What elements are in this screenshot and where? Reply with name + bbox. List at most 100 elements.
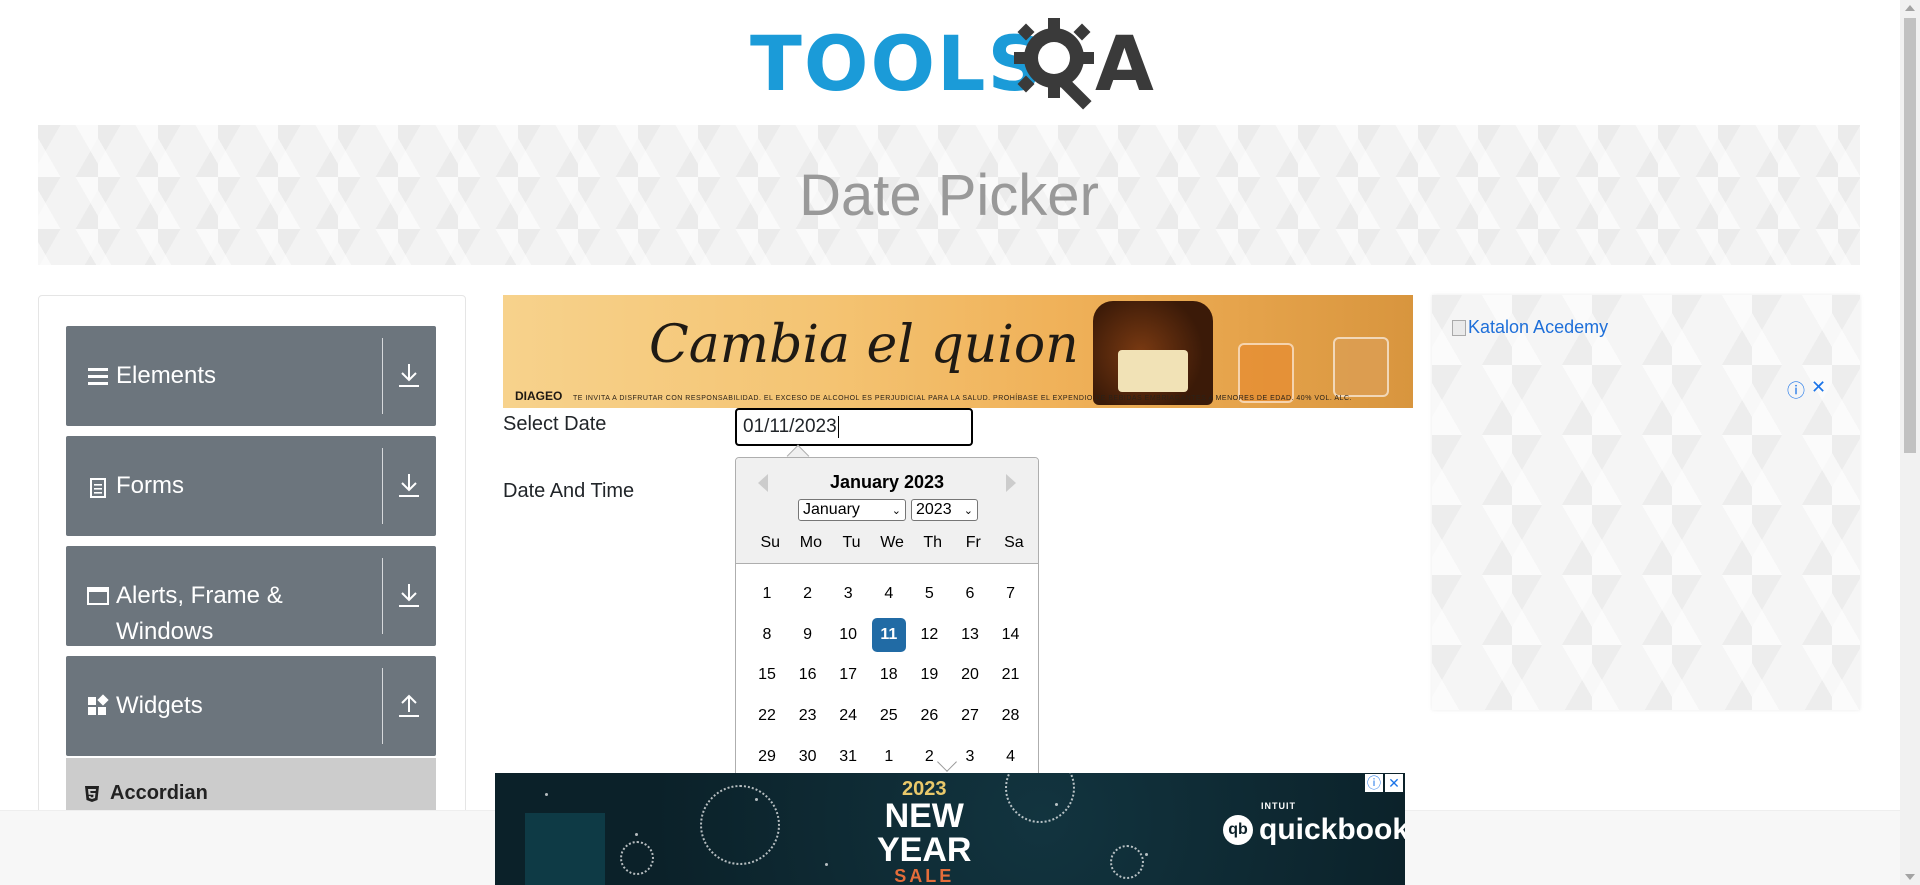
day-cell[interactable]: 27 (953, 699, 987, 733)
sale-line3: SALE (894, 866, 955, 885)
day-cell[interactable]: 29 (750, 740, 784, 774)
next-month-button[interactable] (1006, 474, 1016, 492)
weekday-name: Fr (965, 534, 981, 551)
day-cell[interactable]: 9 (791, 618, 825, 652)
day-cell[interactable]: 25 (872, 699, 906, 733)
day-cell[interactable]: 30 (791, 740, 825, 774)
day-cell[interactable]: 13 (953, 618, 987, 652)
day-cell[interactable]: 15 (750, 658, 784, 692)
week-row: 15 16 17 18 19 20 21 (750, 658, 1034, 699)
day-cell-selected[interactable]: 11 (871, 617, 906, 652)
day-cell[interactable]: 18 (872, 658, 906, 692)
sidebar-group-label: Alerts, Frame & Windows (116, 582, 283, 645)
day-cell[interactable]: 12 (912, 618, 946, 652)
month-select[interactable]: January ⌄ (798, 499, 906, 521)
weekday-name: Su (760, 534, 781, 551)
broken-image[interactable]: Katalon Acedemy (1452, 317, 1608, 338)
day-cell[interactable]: 2 (791, 577, 825, 611)
broken-image-icon (1452, 319, 1466, 336)
html5-icon (85, 785, 99, 802)
page: TOOLS A Date Picker Elements Forms Alert… (0, 0, 1920, 885)
scroll-up-arrow-icon[interactable] (1905, 5, 1915, 11)
gear-search-icon (1014, 18, 1094, 110)
divider (382, 558, 383, 634)
day-cell[interactable]: 14 (994, 618, 1028, 652)
download-icon[interactable] (396, 362, 422, 390)
quickbooks-logo: qb INTUIT quickbooks (1223, 801, 1405, 847)
year-select[interactable]: 2023 ⌄ (911, 499, 978, 521)
sale-line2: YEAR (877, 831, 972, 869)
page-title: Date Picker (799, 162, 1099, 228)
new-year-sale-text: 2023 NEW YEAR SALE (877, 779, 971, 885)
year-select-value: 2023 (916, 501, 952, 518)
day-cell[interactable]: 1 (872, 740, 906, 774)
date-picker-input[interactable]: 01/11/2023 (735, 408, 973, 446)
day-cell[interactable]: 4 (994, 740, 1028, 774)
divider (382, 338, 383, 414)
sidebar-group-label: Forms (116, 472, 184, 499)
toolsqa-logo[interactable]: TOOLS A (750, 18, 1155, 114)
upload-icon[interactable] (396, 692, 422, 720)
ad-bottle-label (1118, 350, 1188, 392)
star-decoration (545, 793, 548, 796)
sidebar-group-widgets[interactable]: Widgets (66, 656, 436, 756)
day-cell[interactable]: 22 (750, 699, 784, 733)
page-banner: Date Picker (38, 125, 1860, 265)
date-and-time-label: Date And Time (503, 480, 635, 502)
day-cell[interactable]: 3 (953, 740, 987, 774)
day-cell[interactable]: 28 (994, 699, 1028, 733)
firework-decoration (620, 841, 654, 875)
window-icon (87, 587, 109, 605)
ad-info-icon[interactable]: ⓘ (1787, 377, 1805, 403)
ad-close-icon[interactable]: ✕ (1385, 774, 1403, 792)
quickbooks-name: quickbooks (1259, 813, 1405, 846)
day-cell[interactable]: 7 (994, 577, 1028, 611)
weekday-name: Th (923, 534, 942, 551)
day-cell[interactable]: 20 (953, 658, 987, 692)
ad-banner-right[interactable]: Katalon Acedemy ⓘ ✕ (1432, 295, 1860, 710)
widgets-icon (88, 694, 109, 715)
day-cell[interactable]: 21 (994, 658, 1028, 692)
firework-decoration (1005, 773, 1075, 823)
day-cell[interactable]: 10 (831, 618, 865, 652)
sidebar-group-forms[interactable]: Forms (66, 436, 436, 536)
download-icon[interactable] (396, 472, 422, 500)
scroll-down-arrow-icon[interactable] (1905, 874, 1915, 880)
ad-info-icon[interactable]: ⓘ (1365, 774, 1383, 792)
day-cell[interactable]: 8 (750, 618, 784, 652)
day-cell[interactable]: 17 (831, 658, 865, 692)
day-cell[interactable]: 31 (831, 740, 865, 774)
sidebar: Elements Forms Alerts, Frame & Windows W… (38, 295, 466, 885)
ad-headline: Cambia el quion (649, 315, 1079, 375)
week-row: 8 9 10 11 12 13 14 (750, 617, 1034, 659)
sidebar-group-elements[interactable]: Elements (66, 326, 436, 426)
scrollbar-thumb[interactable] (1904, 18, 1916, 453)
hamburger-icon (88, 368, 108, 385)
sidebar-group-alerts-frame-windows[interactable]: Alerts, Frame & Windows (66, 546, 436, 646)
day-cell[interactable]: 4 (872, 577, 906, 611)
star-decoration (635, 833, 638, 836)
ad-close-icon[interactable]: ✕ (1811, 377, 1826, 403)
day-cell[interactable]: 6 (953, 577, 987, 611)
ad-glass-image (1333, 337, 1389, 397)
weekday-name: We (880, 534, 904, 551)
day-cell[interactable]: 24 (831, 699, 865, 733)
ad-banner-top[interactable]: Cambia el quion DIAGEO TE INVITA A DISFR… (503, 295, 1413, 408)
ad-controls: ⓘ ✕ (1365, 774, 1403, 792)
download-icon[interactable] (396, 582, 422, 610)
day-cell[interactable]: 1 (750, 577, 784, 611)
chevron-down-icon: ⌄ (963, 504, 973, 517)
sidebar-item-accordian[interactable]: Accordian (84, 782, 208, 805)
star-decoration (825, 863, 828, 866)
day-cell[interactable]: 3 (831, 577, 865, 611)
day-cell[interactable]: 5 (912, 577, 946, 611)
day-cell[interactable]: 16 (791, 658, 825, 692)
day-cell[interactable]: 19 (912, 658, 946, 692)
day-cell[interactable]: 23 (791, 699, 825, 733)
datepicker-current-month: January 2023 (829, 472, 945, 492)
day-cell[interactable]: 26 (912, 699, 946, 733)
image-alt-text: Katalon Acedemy (1468, 317, 1609, 337)
sale-line1: NEW (884, 797, 964, 835)
ad-banner-bottom[interactable]: 2023 NEW YEAR SALE qb INTUIT quickbooks … (495, 773, 1405, 885)
datepicker-header: January 2023 January ⌄ 2023 ⌄ Su Mo Tu W… (736, 458, 1038, 564)
